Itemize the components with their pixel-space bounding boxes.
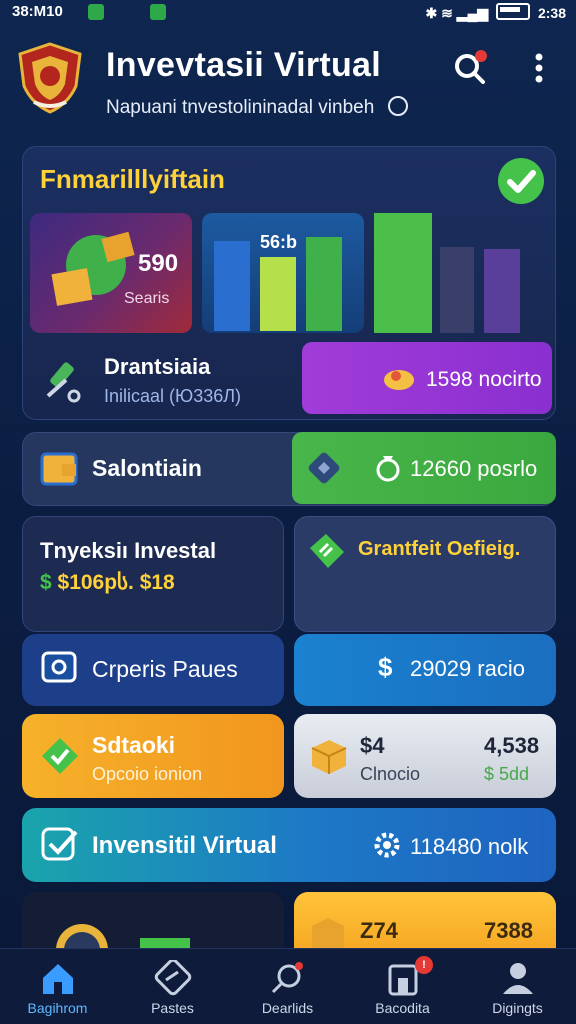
medal-icon [40,914,210,976]
user-icon [503,963,533,994]
investasi-virtual-label: Invensitil Virtual [92,832,277,859]
status-time: 38:M10 [12,3,63,20]
nav-label: Bagihrom [27,1000,88,1016]
checkmark-icon [40,826,80,864]
box-icon [308,914,348,948]
shield-check-icon [38,734,82,778]
sdtaoki-title: Sdtaoki [92,732,176,758]
summary-bar-graphic [372,211,548,333]
investasi-value-text: $106pს. $18 [57,571,175,594]
diamond-icon [306,450,342,486]
blue-value: 29029 racio [410,656,525,681]
clnocio-total: 4,538 [484,733,540,758]
search-button[interactable] [452,50,488,86]
status-bar: 38:M10 ✱ ≋ ▂▄▆ 2:38 [0,0,576,26]
info-icon[interactable] [387,96,408,116]
coin-pile-icon [382,362,416,392]
summary-tile-bars[interactable] [202,213,364,333]
subtitle-text: Napuani tnvestolininadal vinbeh [106,97,375,118]
screen-icon [40,650,80,688]
nav-label: Dearlids [261,1000,314,1016]
bar-graphic-icon [374,213,520,333]
status-right: ✱ ≋ ▂▄▆ 2:38 [425,3,566,22]
check-icon[interactable] [498,158,544,204]
more-menu-button[interactable] [528,52,550,84]
purple-value: 1598 nocirto [426,368,542,391]
nav-item-home[interactable]: Bagihrom [0,948,115,1024]
bottom-total: 7388 [484,918,533,943]
drantsiaia-subtitle: Inilicaal (Ю336Л) [104,386,242,406]
bottom-amount: Z74 [360,918,398,943]
notification-badge: ! [415,956,433,974]
dollar-icon: $ [378,652,393,682]
nav-item-pastes[interactable]: Pastes [115,948,230,1024]
search-icon [455,50,487,84]
gear-icon [372,830,402,860]
nav-label: Pastes [151,1000,194,1016]
home-icon [43,964,73,994]
investasi-value: $ $106pს. $18 [40,570,175,595]
nav-item-dearlids[interactable]: Dearlids [230,948,345,1024]
page-subtitle: Napuani tnvestolininadal vinbeh [106,96,408,119]
investasi-virtual-value: 118480 nolk [410,834,529,859]
wallet-icon [40,450,80,488]
salontiain-label: Salontiain [92,455,202,481]
tile-label: Searis [124,290,170,307]
nav-item-bacodita[interactable]: ! Bacodita [345,948,460,1024]
drantsiaia-title: Drantsiaia [104,354,211,379]
clnocio-label: Clnocio [360,764,421,784]
grantfeit-title: Grantfeit Oefieig. [358,538,521,560]
search-icon [271,962,303,994]
app-emblem-icon [16,42,84,114]
kebab-icon [535,53,543,83]
investasi-title: Tnyeksiı Investal [40,538,217,563]
crperis-label: Crperis Paues [92,656,238,682]
sdtaoki-subtitle: Opcoio ionion [92,764,203,784]
bars-label: 56:b [260,232,298,252]
status-right-time: 2:38 [537,5,566,21]
notification-icon [88,4,104,20]
tag-icon [306,530,348,574]
nav-item-digingts[interactable]: Digingts [460,948,575,1024]
nav-label: Bacodita [375,1000,430,1016]
signal-icon: ✱ ≋ ▂▄▆ [425,5,489,21]
layers-icon [154,960,192,996]
bar-graphic-icon [214,237,342,331]
battery-icon [496,3,531,20]
money-bag-icon [374,452,402,482]
box-icon [308,736,350,776]
tool-icon [40,360,88,404]
clnocio-amount: $4 [360,733,385,758]
nav-label: Digingts [492,1000,543,1016]
green-value: 12660 posrlo [410,456,538,481]
notification-icon [150,4,166,20]
summary-title: Fnmarilllyiftain [40,164,225,194]
dollar-icon: $ [40,571,58,594]
page-title: Invevtasii Virtual [106,46,382,84]
clnocio-delta: $ 5dd [484,764,530,784]
tile-value: 590 [138,250,179,277]
